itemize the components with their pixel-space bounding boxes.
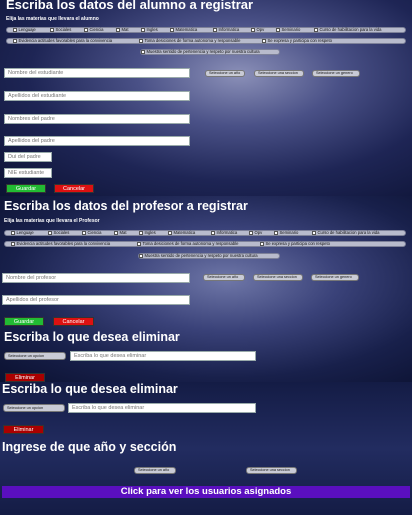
checkbox-icon[interactable]	[48, 230, 52, 235]
checkbox-icon[interactable]	[141, 27, 145, 32]
checkbox-icon[interactable]	[50, 27, 54, 32]
student-section-select[interactable]: Seleccione una seccion	[254, 70, 304, 77]
teacher-subject-checkbox[interactable]: Mat	[114, 230, 126, 235]
checkbox-icon[interactable]	[137, 241, 141, 246]
teacher-subject-checkbox[interactable]: Curso de habilitacion para la vida	[312, 230, 379, 235]
checkbox-icon[interactable]	[213, 27, 217, 32]
teacher-subject-checkbox[interactable]: Ciencia	[82, 230, 101, 235]
checkbox-icon[interactable]	[312, 230, 316, 235]
checkbox-icon[interactable]	[262, 38, 266, 43]
checkbox-icon[interactable]	[114, 230, 118, 235]
student-subject-checkbox[interactable]: Mat	[116, 27, 128, 32]
student-name-input[interactable]: Nombre del estudiante	[4, 68, 190, 78]
teacher-form-title: Escriba los datos del profesor a registr…	[4, 199, 248, 213]
student-form-title: Escriba los datos del alumno a registrar	[6, 0, 254, 12]
assigned-section-title: Ingrese de que año y sección	[2, 440, 177, 454]
student-lastname-input[interactable]: Apellidos del estudiante	[4, 91, 190, 101]
student-subject-checkbox[interactable]: Se expresa y participa con respeto	[262, 38, 332, 43]
checkbox-icon[interactable]	[260, 241, 264, 246]
checkbox-icon[interactable]	[168, 230, 172, 235]
checkbox-icon[interactable]	[170, 27, 174, 32]
teacher-section-select[interactable]: Seleccione una seccion	[253, 274, 303, 281]
assigned-section-select[interactable]: Seleccione una seccion	[246, 467, 297, 474]
view-assigned-users-button[interactable]: Click para ver los usuarios asignados	[2, 486, 410, 498]
student-subject-checkbox[interactable]: Toma desiciones de forma autonoma y resp…	[139, 38, 240, 43]
teacher-gender-select[interactable]: Seleccione un genero	[311, 274, 359, 281]
student-subject-checkbox[interactable]: Muestra sentido de pertenencia y respeto…	[141, 49, 260, 54]
delete-button[interactable]: Eliminar	[3, 425, 44, 434]
student-subjects-subtitle: Elija las materias que llevara el alumno	[6, 16, 99, 22]
checkbox-icon[interactable]	[82, 230, 86, 235]
teacher-subject-checkbox[interactable]: Ingles	[139, 230, 156, 235]
checkbox-icon[interactable]	[139, 253, 143, 258]
student-subject-checkbox[interactable]: Ciencia	[84, 27, 103, 32]
checkbox-icon[interactable]	[11, 241, 15, 246]
checkbox-icon[interactable]	[116, 27, 120, 32]
student-subject-checkbox[interactable]: Sociales	[50, 27, 71, 32]
teacher-subject-checkbox[interactable]: Toma desiciones de forma autonoma y resp…	[137, 241, 238, 246]
father-name-input[interactable]: Nombres del padre	[4, 114, 190, 124]
checkbox-icon[interactable]	[249, 230, 253, 235]
student-save-button[interactable]: Guardar	[6, 184, 46, 193]
teacher-subject-checkbox[interactable]: Sociales	[48, 230, 69, 235]
student-gender-select[interactable]: Seleccione un genero	[312, 70, 360, 77]
checkbox-icon[interactable]	[314, 27, 318, 32]
checkbox-icon[interactable]	[139, 38, 143, 43]
teacher-subject-checkbox[interactable]: Muestra sentido de pertenencia y respeto…	[139, 253, 258, 258]
teacher-subjects-subtitle: Elija las materias que llevara el Profes…	[4, 218, 100, 224]
checkbox-icon[interactable]	[141, 49, 145, 54]
checkbox-icon[interactable]	[139, 230, 143, 235]
teacher-form-panel: Escriba los datos del profesor a registr…	[0, 196, 412, 382]
teacher-subject-checkbox[interactable]: Matematica	[168, 230, 195, 235]
student-subject-checkbox[interactable]: Ingles	[141, 27, 158, 32]
teacher-subject-checkbox[interactable]: Opv	[249, 230, 262, 235]
teacher-subject-checkbox[interactable]: Lenguaje	[11, 230, 34, 235]
delete-input[interactable]: Escriba lo que desea eliminar	[70, 351, 256, 361]
teacher-year-select[interactable]: Seleccione un año	[203, 274, 245, 281]
teacher-cancel-button[interactable]: Cancelar	[53, 317, 94, 326]
student-subject-checkbox[interactable]: Evidencia actitudes favorables para la c…	[13, 38, 112, 43]
teacher-name-input[interactable]: Nombre del profesor	[2, 273, 190, 283]
father-lastname-input[interactable]: Apellidos del padre	[4, 136, 190, 146]
delete-section-title: Escriba lo que desea eliminar	[4, 330, 180, 344]
student-form-panel: Escriba los datos del alumno a registrar…	[0, 0, 412, 196]
checkbox-icon[interactable]	[11, 230, 15, 235]
student-subject-checkbox[interactable]: Lenguaje	[13, 27, 36, 32]
student-subject-checkbox[interactable]: Matematica	[170, 27, 197, 32]
delete-input[interactable]: Escriba lo que desea eliminar	[68, 403, 256, 413]
checkbox-icon[interactable]	[211, 230, 215, 235]
checkbox-icon[interactable]	[13, 38, 17, 43]
checkbox-icon[interactable]	[84, 27, 88, 32]
assigned-year-select[interactable]: Seleccione un año	[134, 467, 176, 474]
teacher-subject-checkbox[interactable]: Seminario	[274, 230, 298, 235]
checkbox-icon[interactable]	[251, 27, 255, 32]
student-subject-checkbox[interactable]: Opv	[251, 27, 264, 32]
checkbox-icon[interactable]	[276, 27, 280, 32]
delete-and-assign-panel: Escriba lo que desea eliminar Seleccione…	[0, 382, 412, 515]
delete-section-title: Escriba lo que desea eliminar	[2, 382, 178, 396]
delete-option-select[interactable]: Seleccione un opcion	[4, 352, 66, 360]
teacher-lastname-input[interactable]: Apellidos del profesor	[2, 295, 190, 305]
student-cancel-button[interactable]: Cancelar	[54, 184, 94, 193]
student-nie-input[interactable]: NIE estudiante	[4, 168, 52, 178]
delete-option-select[interactable]: Seleccione un opcion	[3, 404, 65, 412]
teacher-subject-checkbox[interactable]: Se expresa y participa con respeto	[260, 241, 330, 246]
teacher-subject-checkbox[interactable]: Evidencia actitudes favorables para la c…	[11, 241, 110, 246]
student-subject-checkbox[interactable]: Curso de habilitacion para la vida	[314, 27, 381, 32]
student-subject-checkbox[interactable]: Informatica	[213, 27, 239, 32]
delete-button[interactable]: Eliminar	[5, 373, 45, 382]
checkbox-icon[interactable]	[13, 27, 17, 32]
teacher-save-button[interactable]: Guardar	[4, 317, 44, 326]
student-subject-checkbox[interactable]: Seminario	[276, 27, 300, 32]
checkbox-icon[interactable]	[274, 230, 278, 235]
father-dui-input[interactable]: Dui del padre	[4, 152, 52, 162]
student-year-select[interactable]: Seleccione un año	[205, 70, 245, 77]
teacher-subject-checkbox[interactable]: Informatica	[211, 230, 237, 235]
